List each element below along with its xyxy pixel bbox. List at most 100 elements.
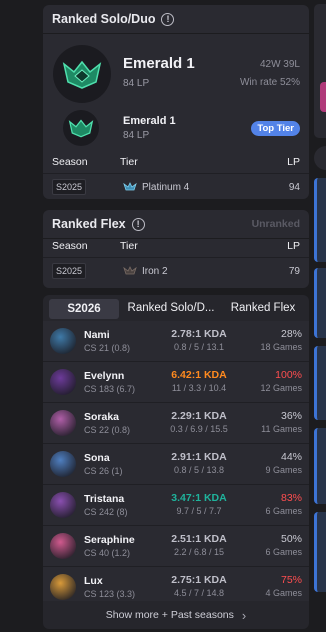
avatar-fragment	[320, 82, 326, 112]
champion-cs: CS 183 (6.7)	[84, 384, 136, 394]
champion-avatar	[50, 369, 76, 395]
flex-status: Unranked	[251, 218, 300, 230]
row-lp: 94	[288, 181, 300, 193]
col-lp: LP	[287, 240, 300, 252]
champion-info: Lux CS 123 (3.3)	[84, 575, 135, 599]
champion-kda-detail: 2.2 / 6.8 / 15	[173, 547, 225, 557]
champion-kda: 6.42:1 KDA	[171, 369, 227, 381]
champion-kda-detail: 0.8 / 5 / 13.8	[173, 465, 225, 475]
col-tier: Tier	[120, 156, 138, 168]
match-card-fragment[interactable]	[314, 346, 326, 420]
peak-emblem-icon	[63, 110, 99, 146]
champion-cs: CS 40 (1.2)	[84, 548, 131, 558]
champion-row[interactable]: Soraka CS 22 (0.8) 2.29:1 KDA 0.3 / 6.9 / 1…	[43, 403, 309, 444]
season-badge: S2025	[52, 263, 87, 279]
ranked-solo-header: Ranked Solo/Duo !	[43, 5, 309, 34]
solo-season-table-header: Season Tier LP	[43, 151, 309, 174]
champion-avatar	[50, 574, 76, 600]
champion-kda-block: 2.91:1 KDA 0.8 / 5 / 13.8	[158, 451, 240, 475]
champion-row[interactable]: Evelynn CS 183 (6.7) 6.42:1 KDA 11 / 3.3 / …	[43, 362, 309, 403]
emerald-emblem-icon	[53, 45, 111, 103]
champion-kda-detail: 0.3 / 6.9 / 15.5	[170, 424, 228, 434]
champion-info: Seraphine CS 40 (1.2)	[84, 534, 135, 558]
champion-cs: CS 123 (3.3)	[84, 589, 136, 599]
champion-kda: 2.91:1 KDA	[171, 451, 227, 463]
chevron-right-icon: ›	[241, 607, 247, 623]
champion-name: Evelynn	[84, 370, 125, 382]
champion-winrate-block: 50% 6 Games	[265, 533, 302, 557]
col-season: Season	[52, 156, 88, 168]
champion-winrate-block: 36% 11 Games	[261, 410, 302, 434]
top-tier-badge: Top Tier	[251, 121, 300, 136]
champion-winrate: 83%	[280, 492, 302, 504]
champion-avatar	[50, 410, 76, 436]
season-badge: S2025	[52, 179, 87, 195]
champion-games: 6 Games	[265, 547, 302, 557]
champion-kda-block: 2.78:1 KDA 0.8 / 5 / 13.1	[158, 328, 240, 352]
show-more-button[interactable]: Show more + Past seasons ›	[43, 601, 309, 629]
champion-name: Soraka	[84, 411, 120, 423]
champion-list: Nami CS 21 (0.8) 2.78:1 KDA 0.8 / 5 / 13.1 2…	[43, 321, 309, 608]
champion-winrate-block: 28% 18 Games	[260, 328, 302, 352]
champion-cs: CS 21 (0.8)	[84, 343, 131, 353]
current-lp: 84 LP	[123, 78, 150, 89]
champion-kda-detail: 9.7 / 5 / 7.7	[176, 506, 222, 516]
champion-kda: 2.29:1 KDA	[171, 410, 227, 422]
champion-games: 18 Games	[260, 342, 302, 352]
panel-fragment	[314, 4, 326, 138]
win-rate: Win rate 52%	[239, 77, 300, 88]
champion-kda-block: 2.29:1 KDA 0.3 / 6.9 / 15.5	[158, 410, 240, 434]
ranked-solo-title: Ranked Solo/Duo	[52, 12, 156, 26]
champion-stats-tabs: S2026 Ranked Solo/D... Ranked Flex	[43, 295, 309, 321]
champion-winrate-block: 75% 4 Games	[265, 574, 302, 598]
champion-kda-block: 2.51:1 KDA 2.2 / 6.8 / 15	[158, 533, 240, 557]
champion-kda: 2.78:1 KDA	[171, 328, 227, 340]
champion-name: Sona	[84, 452, 110, 464]
champion-kda-detail: 4.5 / 7 / 14.8	[173, 588, 225, 598]
show-more-label: Show more + Past seasons	[105, 609, 234, 621]
champion-kda-block: 3.47:1 KDA 9.7 / 5 / 7.7	[158, 492, 240, 516]
table-row: S2025 Platinum 4 94	[43, 174, 309, 199]
panel-fragment	[314, 146, 326, 170]
flex-season-table-header: Season Tier LP	[43, 235, 309, 258]
row-tier: Iron 2	[142, 265, 168, 277]
champion-name: Nami	[84, 329, 110, 341]
match-card-fragment[interactable]	[314, 178, 326, 262]
info-icon[interactable]: !	[131, 217, 145, 231]
ranked-flex-title: Ranked Flex	[52, 217, 126, 231]
champion-avatar	[50, 492, 76, 518]
champion-row[interactable]: Seraphine CS 40 (1.2) 2.51:1 KDA 2.2 / 6.8 …	[43, 526, 309, 567]
champion-name: Lux	[84, 575, 103, 587]
champion-row[interactable]: Sona CS 26 (1) 2.91:1 KDA 0.8 / 5 / 13.8 44%…	[43, 444, 309, 485]
champion-winrate: 75%	[280, 574, 302, 586]
match-card-fragment[interactable]	[314, 512, 326, 592]
champion-winrate: 28%	[280, 328, 302, 340]
table-row: S2025 Iron 2 79	[43, 258, 309, 284]
right-panel-strip	[314, 0, 326, 632]
tab-season[interactable]: S2026	[49, 299, 119, 319]
col-lp: LP	[287, 156, 300, 168]
champion-kda: 2.51:1 KDA	[171, 533, 227, 545]
champion-kda-detail: 0.8 / 5 / 13.1	[173, 342, 225, 352]
champion-row[interactable]: Nami CS 21 (0.8) 2.78:1 KDA 0.8 / 5 / 13.1 2…	[43, 321, 309, 362]
info-icon[interactable]: !	[161, 12, 175, 26]
tab-ranked-flex[interactable]: Ranked Flex	[217, 295, 309, 321]
tab-ranked-solo[interactable]: Ranked Solo/D...	[125, 295, 217, 321]
champion-row[interactable]: Tristana CS 242 (8) 3.47:1 KDA 9.7 / 5 / 7.…	[43, 485, 309, 526]
row-lp: 79	[288, 265, 300, 277]
ranked-flex-card: Ranked Flex ! Unranked Season Tier LP S2…	[43, 210, 309, 288]
champion-games: 6 Games	[265, 506, 302, 516]
champion-info: Tristana CS 242 (8)	[84, 493, 128, 517]
match-card-fragment[interactable]	[314, 428, 326, 504]
col-tier: Tier	[120, 240, 138, 252]
champion-winrate: 50%	[280, 533, 302, 545]
champion-name: Tristana	[84, 493, 125, 505]
champion-winrate: 100%	[275, 369, 302, 381]
champion-info: Nami CS 21 (0.8)	[84, 329, 130, 353]
champion-games: 11 Games	[261, 424, 302, 434]
current-tier: Emerald 1	[123, 55, 195, 72]
champion-info: Sona CS 26 (1)	[84, 452, 123, 476]
champion-kda: 3.47:1 KDA	[171, 492, 227, 504]
match-card-fragment[interactable]	[314, 268, 326, 338]
peak-lp: 84 LP	[123, 130, 150, 141]
